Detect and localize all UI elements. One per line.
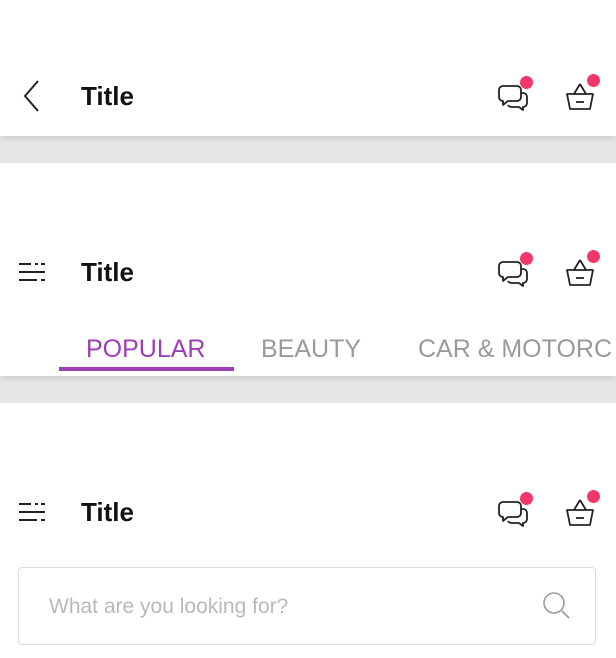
menu-button[interactable] [14, 494, 50, 530]
tab-popular[interactable]: POPULAR [86, 335, 205, 364]
search-box [18, 567, 596, 645]
header-back-variant: Title [0, 0, 616, 136]
filter-menu-icon [19, 263, 45, 281]
page-title: Title [81, 497, 134, 527]
menu-button[interactable] [14, 254, 50, 290]
notification-dot [587, 250, 600, 263]
header-tabs-variant: Title POPULAR BEAUTY CAR & MOTORC [0, 163, 616, 376]
notification-dot [587, 74, 600, 87]
page-title: Title [81, 257, 134, 287]
notification-dot [587, 490, 600, 503]
notification-dot [520, 492, 533, 505]
header-search-variant: Title [0, 403, 616, 658]
back-button[interactable] [14, 78, 50, 114]
search-input[interactable] [47, 568, 521, 645]
search-button[interactable] [541, 590, 573, 622]
chat-button[interactable] [494, 252, 534, 292]
cart-button[interactable] [560, 490, 600, 532]
notification-dot [520, 76, 533, 89]
filter-menu-icon [19, 503, 45, 521]
search-icon [543, 592, 570, 619]
notification-dot [520, 252, 533, 265]
header-row: Title [0, 250, 616, 292]
active-tab-indicator [59, 367, 234, 371]
tab-car-motorcycle[interactable]: CAR & MOTORC [418, 335, 612, 364]
cart-button[interactable] [560, 250, 600, 292]
section-divider [0, 136, 616, 163]
header-row: Title [0, 74, 616, 116]
chat-button[interactable] [494, 76, 534, 116]
chevron-left-icon [23, 80, 39, 112]
chat-button[interactable] [494, 492, 534, 532]
tab-beauty[interactable]: BEAUTY [261, 335, 361, 364]
cart-button[interactable] [560, 74, 600, 116]
page-title: Title [81, 81, 134, 111]
header-row: Title [0, 490, 616, 532]
section-divider [0, 376, 616, 403]
